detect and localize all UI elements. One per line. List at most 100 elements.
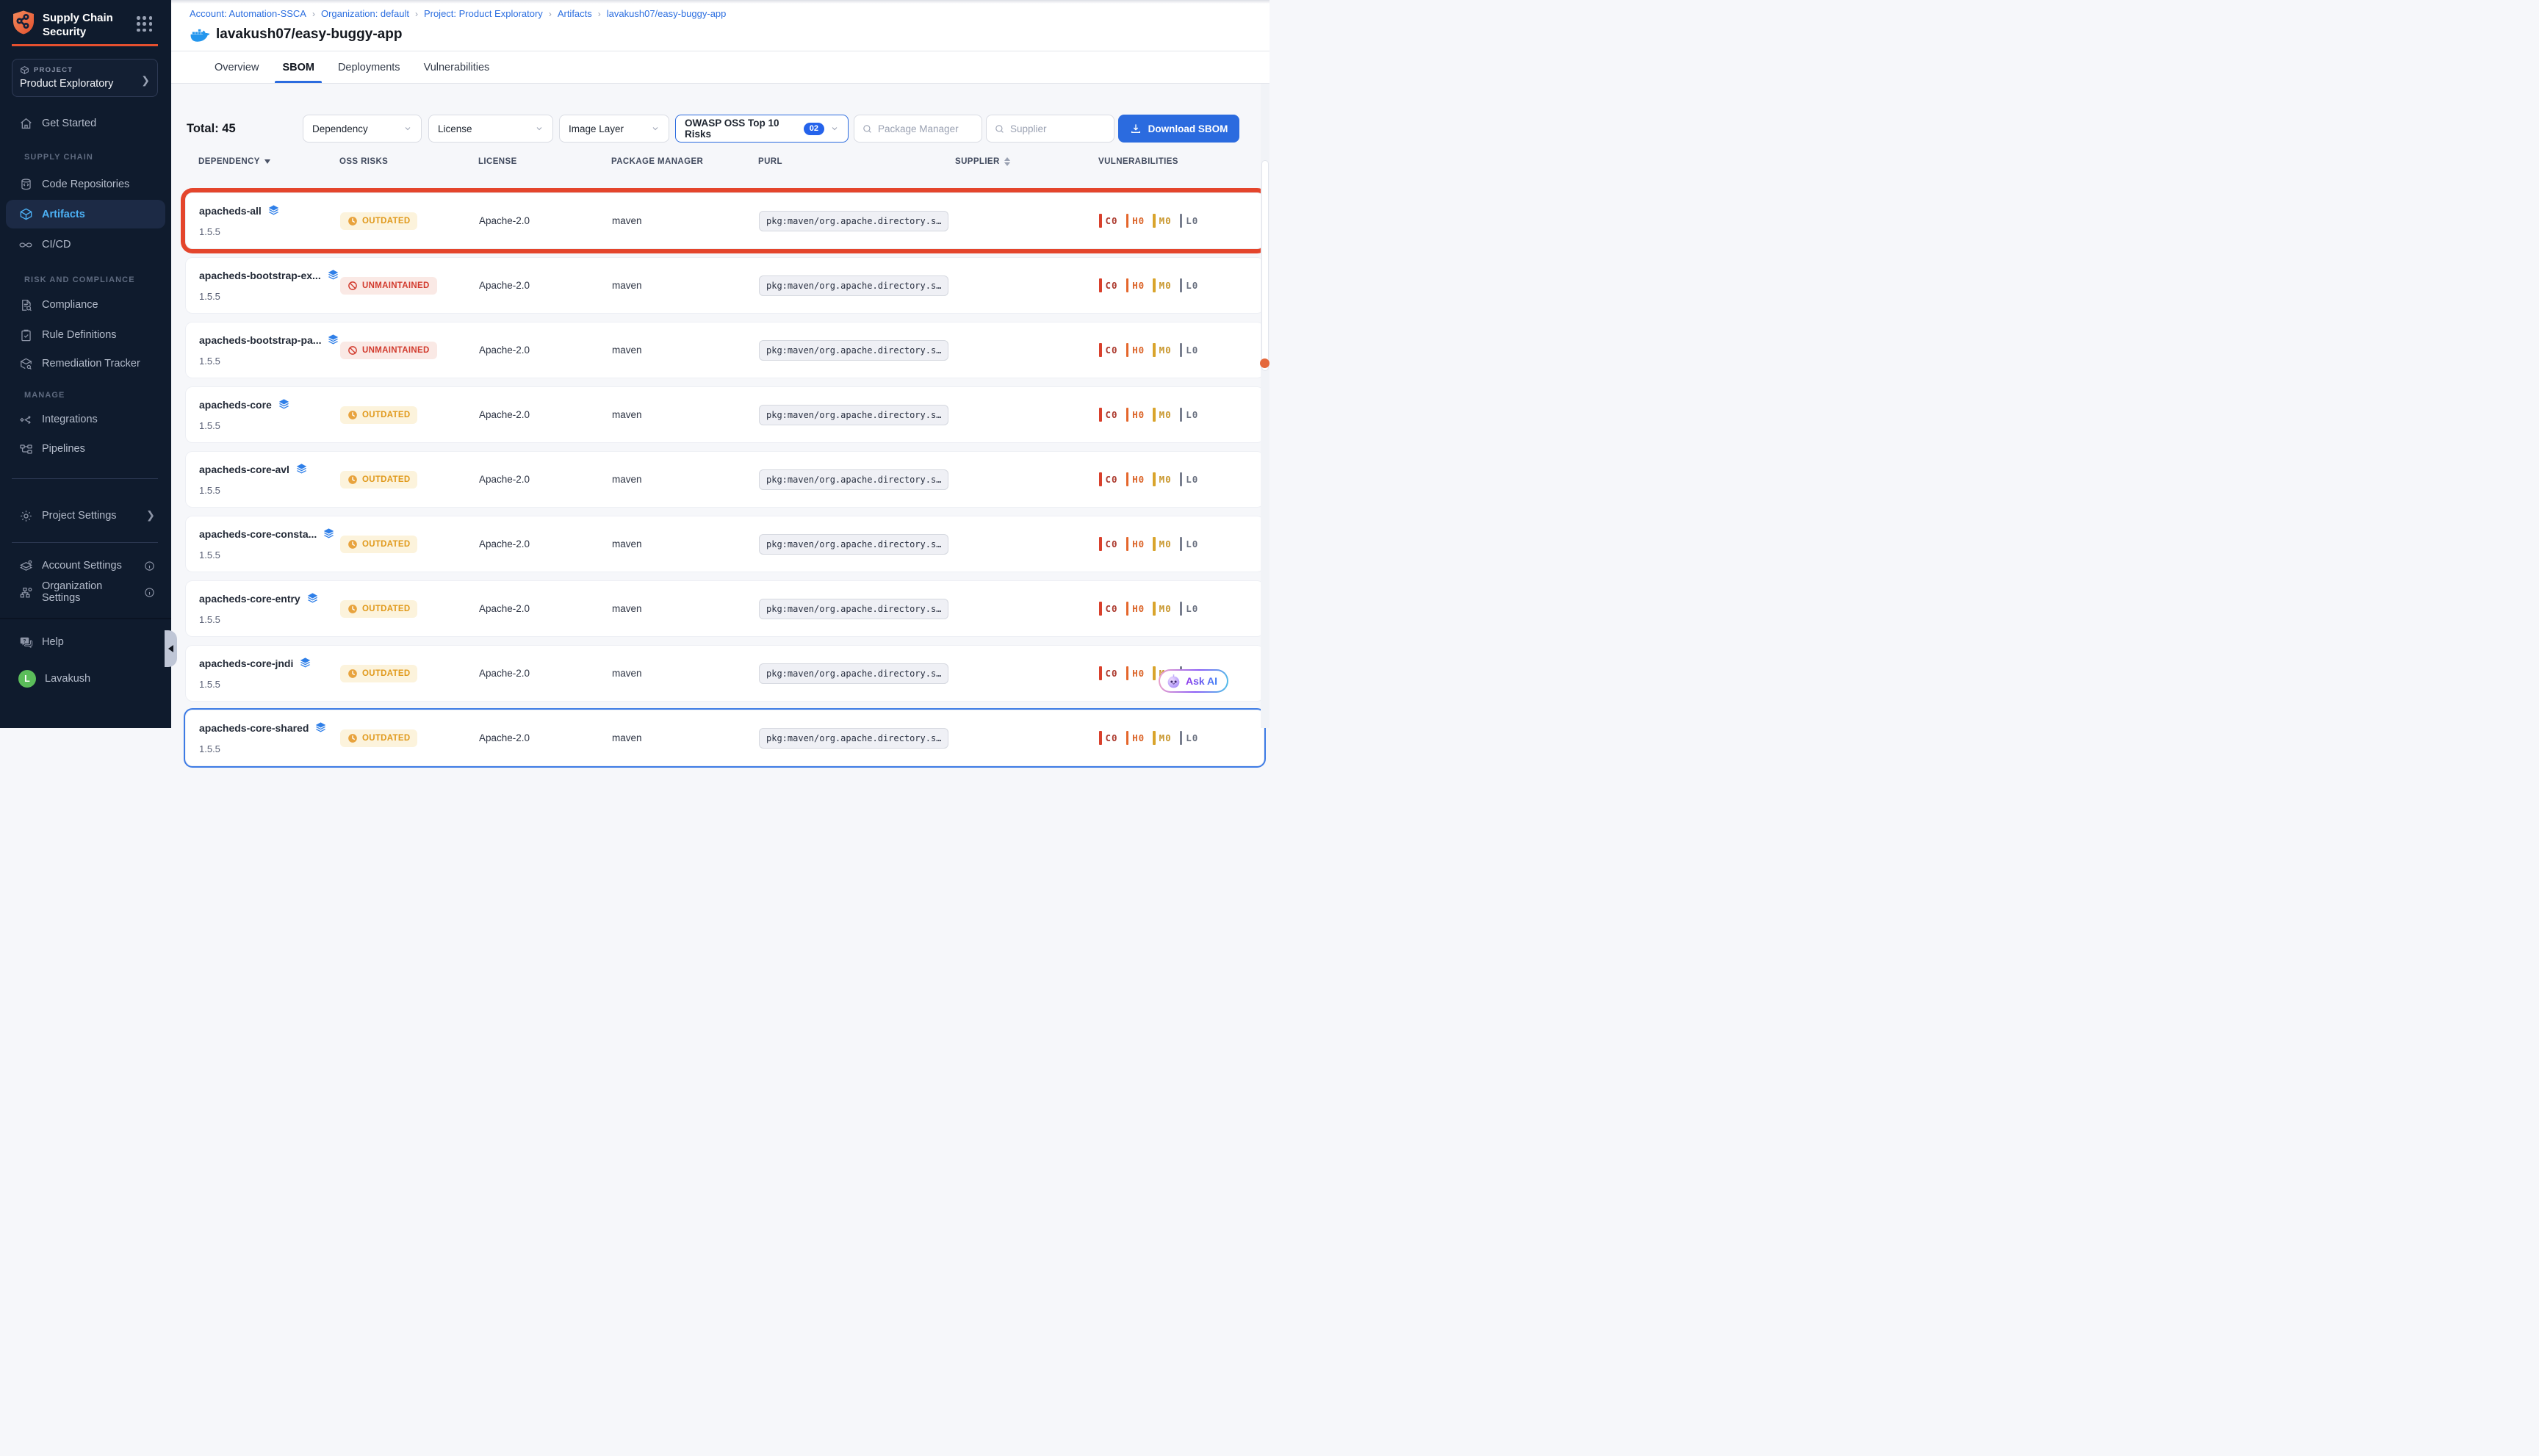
chevron-right-icon: ❯ xyxy=(146,510,155,522)
tab-deployments[interactable]: Deployments xyxy=(335,51,403,83)
annotation-dot xyxy=(1260,358,1270,368)
sidebar-item-artifacts[interactable]: Artifacts xyxy=(6,200,165,228)
package-manager-search-input[interactable] xyxy=(878,123,974,134)
purl-cell: pkg:maven/org.apache.directory.s… xyxy=(759,344,956,357)
oss-risk-badge: OUTDATED xyxy=(340,406,417,424)
table-row[interactable]: apacheds-core 1.5.5 OUTDATED Apache-2.0 … xyxy=(185,386,1264,443)
vuln-count: L0 xyxy=(1186,474,1198,485)
sidebar-collapse-handle[interactable] xyxy=(165,630,177,667)
download-sbom-button[interactable]: Download SBOM xyxy=(1118,115,1239,143)
package-manager-cell: maven xyxy=(612,409,759,420)
purl-pill[interactable]: pkg:maven/org.apache.directory.s… xyxy=(759,728,948,749)
dependency-cell: apacheds-core-entry 1.5.5 xyxy=(199,592,340,625)
dependency-name: apacheds-core-shared xyxy=(199,722,309,734)
vulnerabilities-cell: C0 H0 M0 L0 xyxy=(1099,602,1250,616)
vuln-count: L0 xyxy=(1186,409,1198,420)
column-header-supplier[interactable]: SUPPLIER xyxy=(955,157,1098,166)
sidebar-item-compliance[interactable]: Compliance xyxy=(6,292,165,317)
sidebar-item-get-started[interactable]: Get Started xyxy=(6,111,165,136)
vuln-count: L0 xyxy=(1186,280,1198,291)
purl-pill[interactable]: pkg:maven/org.apache.directory.s… xyxy=(759,340,948,361)
sidebar-item-cicd[interactable]: CI/CD xyxy=(6,232,165,257)
purl-pill[interactable]: pkg:maven/org.apache.directory.s… xyxy=(759,534,948,555)
tab-vulnerabilities[interactable]: Vulnerabilities xyxy=(421,51,493,83)
sidebar-bottom-divider xyxy=(0,618,171,619)
breadcrumb-account[interactable]: Account: Automation-SSCA xyxy=(190,8,306,19)
purl-cell: pkg:maven/org.apache.directory.s… xyxy=(759,408,956,422)
purl-pill[interactable]: pkg:maven/org.apache.directory.s… xyxy=(759,275,948,296)
table-row[interactable]: apacheds-core-jndi 1.5.5 OUTDATED Apache… xyxy=(185,645,1264,702)
critical-count: C0 xyxy=(1099,278,1118,292)
layers-icon xyxy=(299,657,311,669)
image-layer-filter-select[interactable]: Image Layer xyxy=(559,115,669,143)
sidebar-item-rule-definitions[interactable]: Rule Definitions xyxy=(6,322,165,347)
breadcrumb-separator: › xyxy=(598,9,601,19)
table-row[interactable]: apacheds-core-shared 1.5.5 OUTDATED Apac… xyxy=(185,710,1264,766)
table-row[interactable]: apacheds-bootstrap-pa... 1.5.5 UNMAINTAI… xyxy=(185,322,1264,378)
oss-risk-badge: OUTDATED xyxy=(340,600,417,618)
sidebar-item-remediation-tracker[interactable]: Remediation Tracker xyxy=(6,351,165,376)
layers-icon xyxy=(306,592,319,605)
scrollbar-thumb[interactable] xyxy=(1261,160,1269,371)
sidebar-item-user[interactable]: L Lavakush xyxy=(6,666,165,691)
dependency-filter-select[interactable]: Dependency xyxy=(303,115,422,143)
sidebar-item-code-repositories[interactable]: Code Repositories xyxy=(6,172,165,197)
license-filter-select[interactable]: License xyxy=(428,115,553,143)
breadcrumb-artifact-name[interactable]: lavakush07/easy-buggy-app xyxy=(607,8,727,19)
table-row[interactable]: apacheds-all 1.5.5 OUTDATED Apache-2.0 m… xyxy=(185,192,1264,249)
critical-count: C0 xyxy=(1099,343,1118,357)
column-header-dependency[interactable]: DEPENDENCY xyxy=(198,157,339,166)
layers-icon xyxy=(278,398,290,411)
sidebar-item-project-settings[interactable]: Project Settings ❯ xyxy=(6,503,165,528)
avatar: L xyxy=(18,670,36,688)
oss-risk-badge: UNMAINTAINED xyxy=(340,277,437,295)
package-manager-cell: maven xyxy=(612,280,759,291)
vuln-count: L0 xyxy=(1186,215,1198,226)
high-count: H0 xyxy=(1126,278,1145,292)
owasp-risks-filter-select[interactable]: OWASP OSS Top 10 Risks 02 xyxy=(675,115,849,143)
license-cell: Apache-2.0 xyxy=(479,538,612,549)
help-chat-icon: ? xyxy=(18,635,33,649)
package-manager-cell: maven xyxy=(612,668,759,679)
pipeline-icon xyxy=(18,442,33,456)
tab-sbom[interactable]: SBOM xyxy=(279,51,317,83)
purl-pill[interactable]: pkg:maven/org.apache.directory.s… xyxy=(759,599,948,619)
vulnerabilities-cell: C0 H0 M0 L0 xyxy=(1099,731,1250,745)
section-label-risk-and-compliance: RISK AND COMPLIANCE xyxy=(24,275,135,284)
oss-risk-cell: OUTDATED xyxy=(340,729,479,747)
purl-pill[interactable]: pkg:maven/org.apache.directory.s… xyxy=(759,663,948,684)
dependency-version: 1.5.5 xyxy=(199,291,340,302)
sidebar-item-pipelines[interactable]: Pipelines xyxy=(6,436,165,461)
dependency-version: 1.5.5 xyxy=(199,614,340,625)
dependency-name: apacheds-core-avl xyxy=(199,464,289,475)
table-row[interactable]: apacheds-core-avl 1.5.5 OUTDATED Apache-… xyxy=(185,451,1264,508)
dependency-cell: apacheds-core 1.5.5 xyxy=(199,398,340,431)
ask-ai-button[interactable]: Ask AI xyxy=(1159,669,1228,693)
sidebar-item-account-settings[interactable]: Account Settings xyxy=(6,553,165,578)
risk-label: OUTDATED xyxy=(362,217,410,226)
breadcrumb-artifacts[interactable]: Artifacts xyxy=(558,8,592,19)
dependency-cell: apacheds-bootstrap-pa... 1.5.5 xyxy=(199,334,340,367)
vuln-count: C0 xyxy=(1106,603,1118,614)
breadcrumb-project[interactable]: Project: Product Exploratory xyxy=(424,8,543,19)
tab-overview[interactable]: Overview xyxy=(212,51,262,83)
risk-label: OUTDATED xyxy=(362,411,410,419)
project-selector[interactable]: PROJECT Product Exploratory ❯ xyxy=(12,59,158,97)
sidebar-item-organization-settings[interactable]: Organization Settings xyxy=(6,580,165,605)
layers-icon xyxy=(327,269,339,281)
breadcrumb-organization[interactable]: Organization: default xyxy=(321,8,409,19)
table-row[interactable]: apacheds-bootstrap-ex... 1.5.5 UNMAINTAI… xyxy=(185,257,1264,314)
dependency-cell: apacheds-core-jndi 1.5.5 xyxy=(199,657,340,690)
package-icon xyxy=(20,65,29,75)
purl-pill[interactable]: pkg:maven/org.apache.directory.s… xyxy=(759,469,948,490)
sidebar-item-help[interactable]: ? Help xyxy=(6,630,165,655)
purl-pill[interactable]: pkg:maven/org.apache.directory.s… xyxy=(759,405,948,425)
license-cell: Apache-2.0 xyxy=(479,732,612,743)
table-row[interactable]: apacheds-core-consta... 1.5.5 OUTDATED A… xyxy=(185,516,1264,572)
table-row[interactable]: apacheds-core-entry 1.5.5 OUTDATED Apach… xyxy=(185,580,1264,637)
apps-grid-icon[interactable] xyxy=(137,16,153,32)
sidebar-item-integrations[interactable]: Integrations xyxy=(6,407,165,432)
column-header-oss-risks: OSS RISKS xyxy=(339,157,478,166)
supplier-search-input[interactable] xyxy=(1010,123,1106,134)
purl-pill[interactable]: pkg:maven/org.apache.directory.s… xyxy=(759,211,948,231)
